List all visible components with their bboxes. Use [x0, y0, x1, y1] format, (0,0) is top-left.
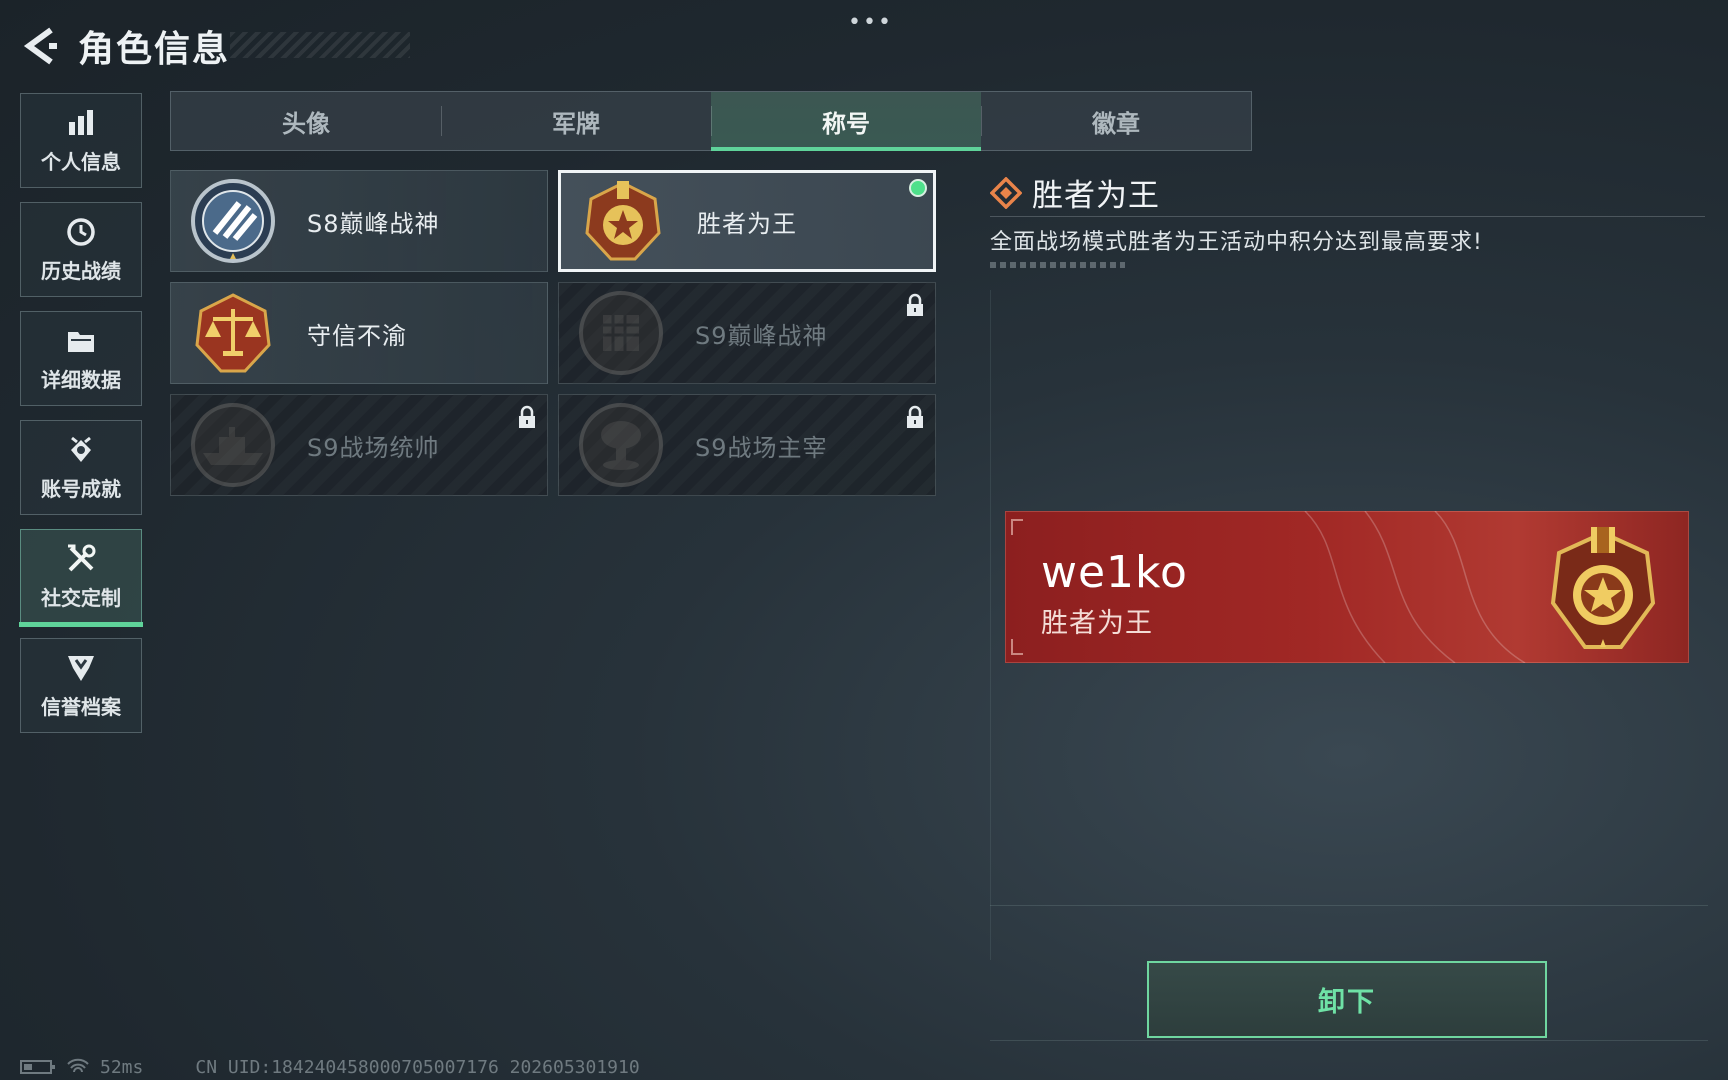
s8-emblem-icon: [191, 179, 275, 263]
sidebar-item-detailed-data[interactable]: 详细数据: [20, 311, 142, 406]
corner-decoration: [1011, 519, 1023, 535]
gold-medal-icon: [585, 181, 661, 261]
sidebar-item-label: 个人信息: [41, 150, 121, 174]
title-name: S8巅峰战神: [307, 209, 440, 238]
grid-line: [990, 905, 1708, 906]
status-footer: 52ms CN UID:18424045800070500717​6 20260…: [20, 1054, 640, 1080]
equipped-indicator: [909, 179, 927, 197]
wifi-icon: [67, 1058, 89, 1073]
title-card-locked[interactable]: S9巅峰战神: [558, 282, 936, 384]
title-name: S9战场主宰: [695, 433, 828, 462]
ping-readout: 52ms: [100, 1056, 144, 1078]
back-button[interactable]: [18, 24, 62, 68]
corner-decoration: [1011, 639, 1023, 655]
battery-icon: [20, 1060, 55, 1074]
folder-icon: [64, 324, 98, 358]
title-card-selected[interactable]: 胜者为王: [558, 170, 936, 272]
sidebar-item-achievements[interactable]: 账号成就: [20, 420, 142, 515]
sidebar-item-social-custom[interactable]: 社交定制: [19, 529, 143, 627]
sidebar: 个人信息 历史战绩 详细数据 账号成就 社交定制 信誉档案: [19, 93, 144, 747]
lock-icon: [907, 293, 923, 316]
title-name: S9巅峰战神: [695, 321, 828, 350]
gold-medal-icon: [1550, 527, 1656, 649]
sidebar-item-history[interactable]: 历史战绩: [20, 202, 142, 297]
history-clock-icon: [64, 215, 98, 249]
title-hatch-decoration: [230, 32, 410, 58]
mushroom-cloud-emblem-icon: [579, 403, 663, 487]
achievement-icon: [64, 433, 98, 467]
tab-badge[interactable]: 徽章: [981, 92, 1251, 150]
tab-avatar[interactable]: 头像: [171, 92, 441, 150]
sidebar-item-credibility[interactable]: 信誉档案: [20, 638, 142, 733]
title-card-locked[interactable]: S9战场统帅: [170, 394, 548, 496]
bar-chart-icon: [64, 106, 98, 140]
sidebar-item-label: 历史战绩: [41, 259, 121, 283]
back-arrow-icon: [23, 27, 57, 65]
detail-description: 全面战场模式胜者为王活动中积分达到最高要求!: [990, 230, 1483, 255]
title-preview-banner: we1ko 胜者为王: [1005, 511, 1689, 663]
description-decoration: [990, 262, 1125, 268]
sidebar-item-label: 详细数据: [41, 368, 121, 392]
detail-title-name: 胜者为王: [1032, 178, 1160, 214]
title-name: S9战场统帅: [307, 433, 440, 462]
lock-icon: [907, 405, 923, 428]
building-emblem-icon: [579, 291, 663, 375]
title-card[interactable]: S8巅峰战神: [170, 170, 548, 272]
tab-title[interactable]: 称号: [711, 92, 981, 151]
scales-emblem-icon: [195, 293, 271, 373]
sidebar-item-label: 账号成就: [41, 477, 121, 501]
divider: [990, 216, 1705, 217]
tools-icon: [64, 542, 98, 576]
player-name: we1ko: [1041, 547, 1188, 598]
page-title: 角色信息: [78, 29, 231, 70]
sidebar-item-personal-info[interactable]: 个人信息: [20, 93, 142, 188]
detail-header: 胜者为王: [990, 170, 1160, 215]
unequip-button[interactable]: 卸下: [1147, 961, 1547, 1038]
uid-readout: CN UID:18424045800070500717​6 2026053019…: [195, 1056, 640, 1078]
grid-line: [990, 1040, 1708, 1041]
header: 角色信息: [18, 18, 230, 74]
more-menu-icon[interactable]: •••: [848, 10, 893, 35]
credibility-shield-icon: [64, 651, 98, 685]
preview-title: 胜者为王: [1041, 608, 1153, 639]
lock-icon: [519, 405, 535, 428]
warship-emblem-icon: [191, 403, 275, 487]
title-name: 胜者为王: [697, 209, 797, 238]
tab-dogtag[interactable]: 军牌: [441, 92, 711, 150]
grid-line: [990, 290, 991, 960]
title-name: 守信不渝: [307, 321, 407, 350]
title-card-locked[interactable]: S9战场主宰: [558, 394, 936, 496]
title-card[interactable]: 守信不渝: [170, 282, 548, 384]
tab-bar: 头像 军牌 称号 徽章: [170, 91, 1252, 151]
sidebar-item-label: 信誉档案: [41, 695, 121, 719]
sidebar-item-label: 社交定制: [41, 586, 121, 610]
diamond-icon: [990, 176, 1022, 209]
